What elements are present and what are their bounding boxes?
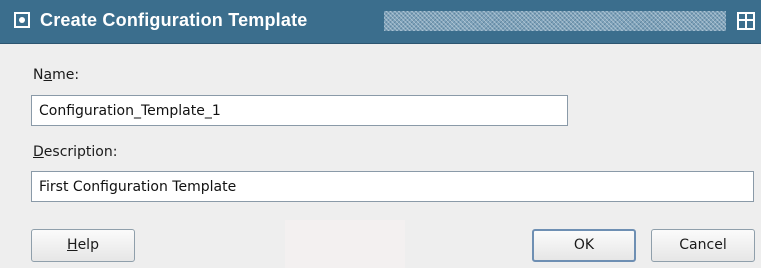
cancel-button[interactable]: Cancel xyxy=(651,229,755,262)
name-label-accelerator: a xyxy=(43,67,53,83)
description-field[interactable] xyxy=(31,171,754,202)
name-label-pre: N xyxy=(33,67,44,83)
create-configuration-template-dialog: Create Configuration Template Name: Desc… xyxy=(0,0,761,268)
description-label: Description: xyxy=(33,144,117,160)
name-label: Name: xyxy=(33,67,79,83)
window-restore-icon[interactable] xyxy=(737,12,755,30)
help-button[interactable]: Help xyxy=(31,229,135,262)
help-accelerator: H xyxy=(67,237,78,253)
name-label-post: me: xyxy=(52,67,80,83)
title-bar[interactable]: Create Configuration Template xyxy=(0,0,761,44)
description-label-post: escription: xyxy=(43,144,118,160)
description-label-accelerator: D xyxy=(33,144,44,160)
window-menu-icon[interactable] xyxy=(14,12,30,28)
ok-button[interactable]: OK xyxy=(532,229,636,262)
title-bar-grip xyxy=(384,11,726,31)
name-field[interactable] xyxy=(31,95,568,126)
window-title: Create Configuration Template xyxy=(40,10,308,30)
dialog-content: Name: Description: Help OK Cancel xyxy=(0,44,761,268)
background-artifact xyxy=(285,220,405,268)
help-label-rest: elp xyxy=(77,237,99,253)
